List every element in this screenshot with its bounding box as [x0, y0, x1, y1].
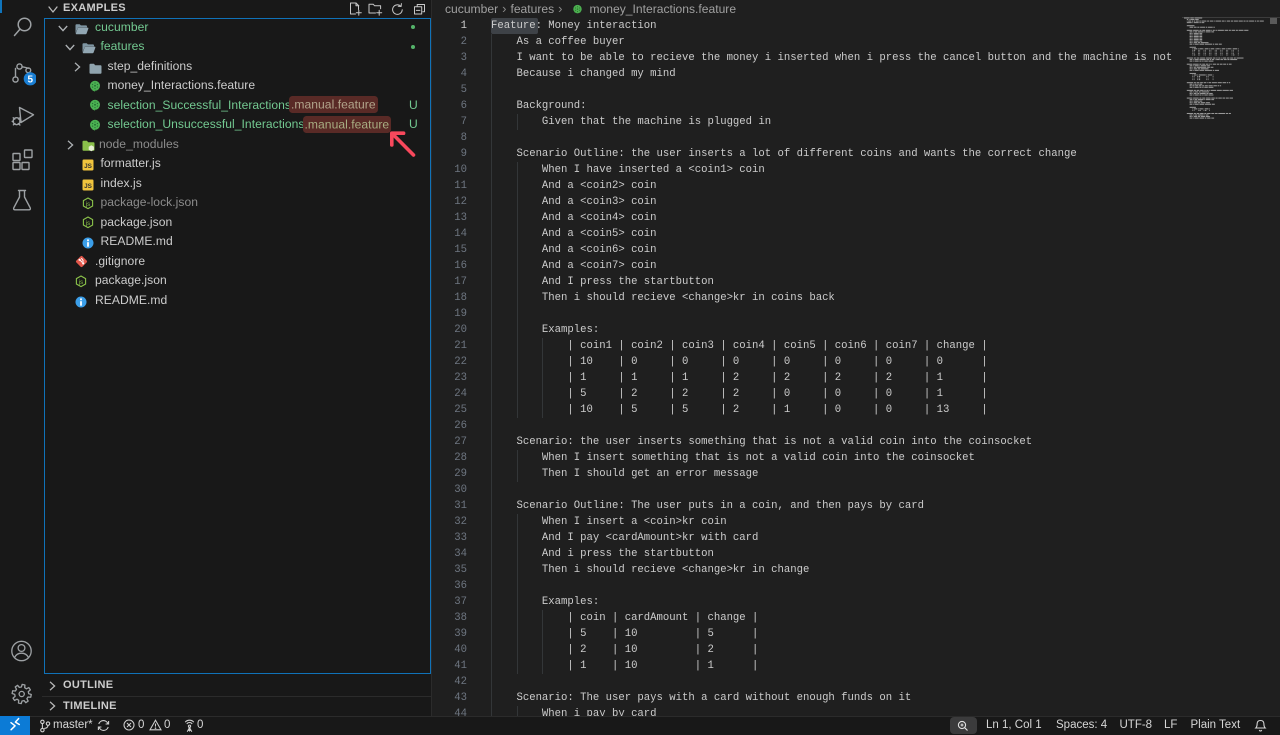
svg-text:js: js	[85, 202, 90, 208]
svg-text:5: 5	[28, 74, 34, 85]
svg-text:js: js	[85, 221, 90, 227]
svg-text:js: js	[78, 280, 83, 286]
svg-text:JS: JS	[84, 163, 93, 170]
svg-text:JS: JS	[84, 183, 93, 190]
